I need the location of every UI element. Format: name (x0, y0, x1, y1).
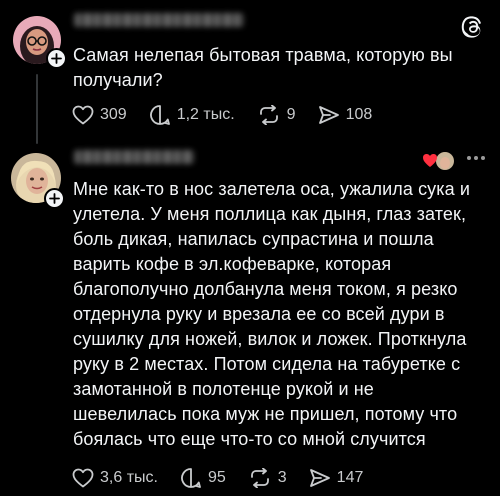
heart-icon (72, 468, 94, 488)
reply-button[interactable]: 95 (180, 467, 226, 489)
post-text-line: боялась что еще что-то со мной случится (73, 429, 426, 449)
reply-button[interactable]: 1,2 тыс. (149, 104, 235, 126)
more-dots-icon[interactable] (464, 156, 485, 160)
heart-icon (72, 105, 94, 125)
post-text: Мне как-то в нос залетела оса, ужалила с… (73, 177, 470, 452)
share-button[interactable]: 108 (318, 105, 373, 125)
action-bar: 309 1,2 тыс. 9 108 (72, 104, 394, 126)
send-icon (318, 106, 339, 124)
reply-count: 95 (207, 469, 226, 486)
like-count: 309 (100, 106, 127, 123)
repost-count: 3 (277, 469, 287, 486)
repost-button[interactable]: 9 (257, 105, 296, 125)
repost-icon (259, 105, 278, 125)
post-text-line: улетела. У меня поллица как дыня, глаз з… (73, 204, 467, 224)
plus-icon (51, 53, 62, 64)
threads-logo-icon[interactable] (460, 15, 482, 44)
post-text-line: руку в 2 местах. Потом сидела на табурет… (73, 354, 461, 374)
send-icon (309, 469, 330, 487)
post-text-line: боль дикая, напилась супрастина и пошла (73, 229, 434, 249)
share-button[interactable]: 147 (309, 468, 364, 488)
like-count: 3,6 тыс. (100, 469, 158, 486)
liked-by-author-indicator (422, 150, 456, 172)
post-text-line: варить кофе в эл.кофеварке, которая (73, 254, 392, 274)
thread-connector-line (36, 74, 38, 144)
comment-bubble-icon (181, 468, 201, 488)
username-blurred (74, 150, 194, 164)
post-text-line: благополучно долбанула меня током, я рез… (73, 279, 458, 299)
follow-plus-button[interactable] (46, 48, 67, 69)
post-text-line: отдернула руку и врезала ее со всей дури… (73, 304, 445, 324)
comment-bubble-icon (149, 105, 170, 125)
repost-button[interactable]: 3 (248, 468, 287, 488)
repost-icon (250, 468, 269, 488)
share-count: 147 (336, 469, 364, 486)
action-bar: 3,6 тыс. 95 3 147 (72, 467, 385, 489)
plus-icon (49, 193, 60, 204)
post-text-line: замотанной в полотенце рукой и не (73, 379, 374, 399)
threads-screen: Самая нелепая бытовая травма, которую вы… (0, 0, 500, 496)
heart-icon (423, 154, 437, 167)
post-text-line: Самая нелепая бытовая травма, которую вы (73, 45, 453, 65)
like-button[interactable]: 3,6 тыс. (72, 468, 158, 488)
post-text: Самая нелепая бытовая травма, которую вы… (73, 43, 453, 93)
share-count: 108 (345, 106, 373, 123)
repost-count: 9 (286, 106, 296, 123)
like-button[interactable]: 309 (72, 105, 127, 125)
post-text-line: получали? (73, 70, 163, 90)
reply-count: 1,2 тыс. (176, 106, 235, 123)
post-text-line: Мне как-то в нос залетела оса, ужалила с… (73, 179, 471, 199)
follow-plus-button[interactable] (44, 188, 65, 209)
post-text-line: сушилку для ножей, вилок и ложек. Проткн… (73, 329, 467, 349)
username-blurred (74, 13, 244, 27)
post-text-line: шевелилась пока муж не пришел, потому чт… (73, 404, 458, 424)
